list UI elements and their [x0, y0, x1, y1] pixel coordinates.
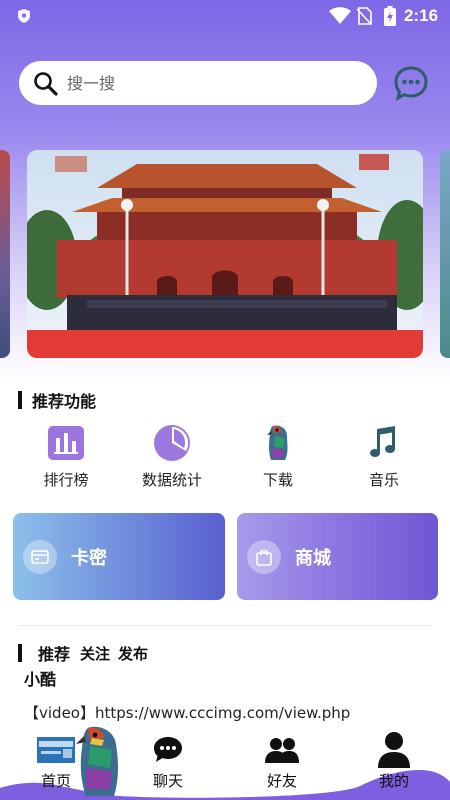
section-bar: [18, 391, 22, 409]
feature-ranking[interactable]: 排行榜: [16, 425, 116, 490]
nav-label: 我的: [378, 772, 409, 790]
parrot-icon: [267, 425, 288, 460]
nav-label: 好友: [266, 772, 297, 790]
tabs-bar: [18, 644, 22, 662]
card-key-button[interactable]: 卡密: [13, 513, 225, 600]
feature-statistics[interactable]: 数据统计: [122, 425, 222, 490]
feature-label: 音乐: [368, 471, 399, 489]
feature-label: 排行榜: [43, 471, 89, 489]
tab-follow[interactable]: 关注: [80, 643, 110, 664]
banner-photo: [27, 150, 423, 358]
profile-icon: [378, 732, 410, 768]
feature-label: 下载: [262, 471, 293, 489]
nav-mine[interactable]: 我的: [354, 726, 434, 800]
banner-prev-peek[interactable]: [0, 150, 10, 358]
card-label: 卡密: [71, 547, 107, 569]
battery-charging-icon: [384, 6, 396, 26]
nav-friends[interactable]: 好友: [242, 726, 322, 800]
wifi-icon: [329, 7, 351, 24]
banner-image[interactable]: [27, 150, 423, 358]
no-sim-icon: [356, 7, 372, 25]
status-time: 2:16: [404, 6, 439, 25]
chat-icon: [154, 737, 182, 762]
message-icon[interactable]: [392, 64, 430, 102]
nav-label: 聊天: [152, 772, 183, 790]
card-icon: [23, 539, 57, 574]
shopping-bag-icon: [247, 539, 281, 574]
search-bar[interactable]: [19, 61, 377, 105]
section-title: 推荐功能: [32, 392, 97, 411]
feature-music[interactable]: 音乐: [334, 425, 434, 490]
home-icon: [37, 737, 75, 763]
bottom-nav: 首页 聊天 好友 我的: [0, 726, 450, 800]
section-recommended-features: 推荐功能: [18, 390, 97, 411]
post-text[interactable]: 【video】https://www.cccimg.com/view.php: [24, 702, 350, 723]
status-bar: 2:16: [0, 0, 450, 32]
parrot-mascot-icon[interactable]: [74, 724, 126, 800]
search-input[interactable]: [67, 69, 357, 97]
tab-publish[interactable]: 发布: [118, 643, 148, 664]
shield-icon: [18, 9, 30, 23]
banner-next-peek[interactable]: [440, 150, 450, 358]
divider: [18, 625, 432, 626]
nav-chat[interactable]: 聊天: [128, 726, 208, 800]
feature-download[interactable]: 下载: [228, 425, 328, 490]
shop-button[interactable]: 商城: [237, 513, 438, 600]
pie-chart-icon: [154, 425, 190, 461]
tab-recommend[interactable]: 推荐: [38, 641, 70, 665]
post-author[interactable]: 小酷: [24, 666, 56, 690]
feed-tabs: 推荐 关注 发布: [18, 641, 156, 665]
bar-chart-icon: [48, 426, 84, 460]
friends-icon: [265, 738, 299, 763]
shop-label: 商城: [295, 547, 331, 569]
search-icon: [34, 72, 58, 96]
music-note-icon: [370, 426, 395, 457]
feature-label: 数据统计: [141, 471, 202, 489]
